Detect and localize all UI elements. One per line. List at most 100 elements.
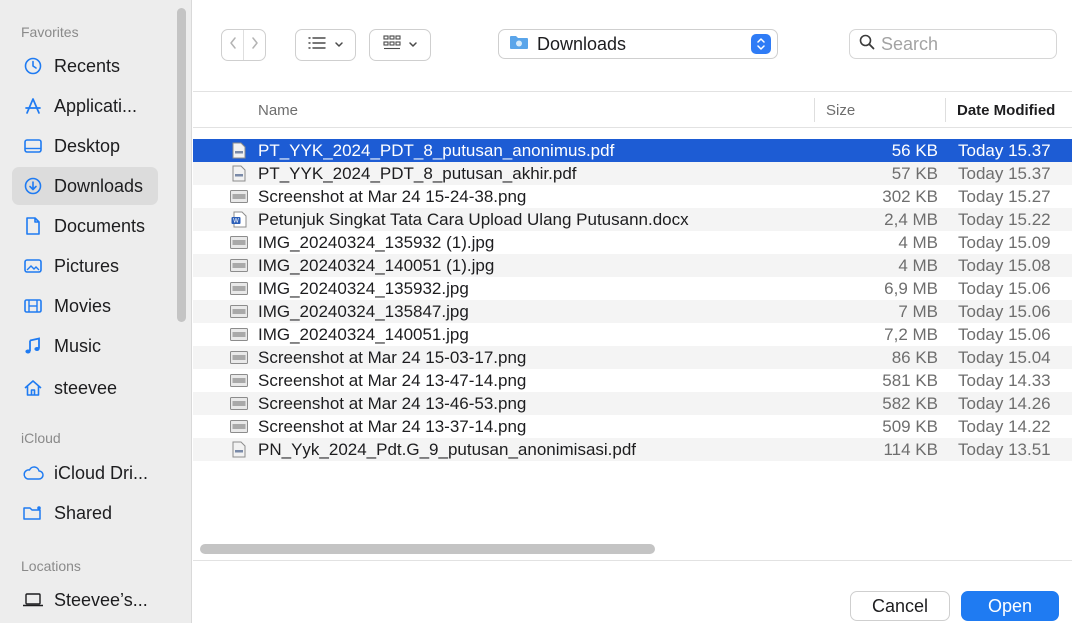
sidebar-item-label: Pictures [54,255,120,276]
film-icon [22,295,44,317]
table-row[interactable]: IMG_20240324_135932.jpg 6,9 MB Today 15.06 [193,277,1072,300]
table-row[interactable]: Screenshot at Mar 24 13-46-53.png 582 KB T… [193,392,1072,415]
list-view-icon [307,36,328,55]
folder-icon [509,34,529,55]
document-icon [22,215,44,237]
column-header-date-modified[interactable]: Date Modified [957,92,1055,128]
sidebar-item-downloads[interactable]: Downloads [12,167,158,205]
file-date-modified: Today 13.51 [958,440,1051,459]
grid-view-icon [382,34,402,56]
sidebar-item-label: Desktop [54,135,121,156]
file-name: Screenshot at Mar 24 15-24-38.png [258,187,527,206]
file-size: 582 KB [882,394,938,413]
column-header-name[interactable]: Name [258,92,298,128]
image-file-icon [230,349,248,366]
sidebar-item-label: Movies [54,295,112,316]
file-size: 4 MB [898,233,938,252]
back-button[interactable] [222,30,243,60]
chevron-left-icon [228,36,238,55]
cloud-icon [22,462,44,484]
table-row[interactable]: PN_Yyk_2024_Pdt.G_9_putusan_anonimisasi.… [193,438,1072,461]
cancel-button[interactable]: Cancel [850,591,950,621]
sidebar-item-icloud-drive[interactable]: iCloud Dri... [12,454,158,492]
image-file-icon [230,280,248,297]
file-size: 302 KB [882,187,938,206]
file-size: 581 KB [882,371,938,390]
pictures-icon [22,255,44,277]
sidebar-item-music[interactable]: Music [12,327,158,365]
file-size: 56 KB [891,141,938,160]
search-icon [859,34,875,55]
file-date-modified: Today 14.33 [958,371,1051,390]
search-field[interactable] [849,29,1057,59]
sidebar-item-desktop[interactable]: Desktop [12,127,158,165]
image-file-icon [230,395,248,412]
file-size: 57 KB [891,164,938,183]
table-row[interactable]: Screenshot at Mar 24 15-24-38.png 302 KB T… [193,185,1072,208]
download-icon [22,175,44,197]
table-row[interactable]: PT_YYK_2024_PDT_8_putusan_akhir.pdf 57 KB… [193,162,1072,185]
file-name: Screenshot at Mar 24 13-46-53.png [258,394,527,413]
open-button[interactable]: Open [961,591,1059,621]
sidebar-item-movies[interactable]: Movies [12,287,158,325]
group-by-button[interactable] [369,29,431,61]
file-date-modified: Today 15.06 [958,279,1051,298]
sidebar-item-label: steevee [54,377,118,398]
sidebar-item-mac[interactable]: Steevee’s... [12,581,158,619]
sidebar-item-label: Applicati... [54,95,138,116]
file-rows: PT_YYK_2024_PDT_8_putusan_anonimus.pdf 56… [193,139,1072,461]
sidebar-section-icloud: iCloud [21,430,61,446]
file-date-modified: Today 15.06 [958,325,1051,344]
applications-icon [22,95,44,117]
file-size: 7,2 MB [884,325,938,344]
file-date-modified: Today 15.37 [958,141,1051,160]
file-date-modified: Today 15.06 [958,302,1051,321]
file-name: PT_YYK_2024_PDT_8_putusan_akhir.pdf [258,164,577,183]
horizontal-scrollbar[interactable] [200,544,655,554]
clock-icon [22,55,44,77]
sidebar-item-label: Music [54,335,102,356]
view-mode-button[interactable] [295,29,356,61]
chevron-down-icon [334,36,344,54]
file-name: IMG_20240324_140051.jpg [258,325,469,344]
table-row[interactable]: Screenshot at Mar 24 13-37-14.png 509 KB T… [193,415,1072,438]
sidebar-item-applications[interactable]: Applicati... [12,87,158,125]
sidebar-item-home[interactable]: steevee [12,369,158,407]
dialog-buttons: Cancel Open [193,560,1072,623]
file-date-modified: Today 14.26 [958,394,1051,413]
file-name: IMG_20240324_135932.jpg [258,279,469,298]
sidebar-item-label: Recents [54,55,121,76]
column-header-size[interactable]: Size [826,92,855,128]
sidebar-item-documents[interactable]: Documents [12,207,158,245]
home-icon [22,377,44,399]
table-row[interactable]: IMG_20240324_140051.jpg 7,2 MB Today 15.06 [193,323,1072,346]
sidebar-scrollbar[interactable] [177,8,186,322]
file-size: 114 KB [883,440,938,459]
image-file-icon [230,188,248,205]
sidebar-item-pictures[interactable]: Pictures [12,247,158,285]
sidebar-item-recents[interactable]: Recents [12,47,158,85]
table-row[interactable]: PT_YYK_2024_PDT_8_putusan_anonimus.pdf 56… [193,139,1072,162]
list-header: Name Size Date Modified [193,92,1072,128]
table-row[interactable]: W Petunjuk Singkat Tata Cara Upload Ulang… [193,208,1072,231]
table-row[interactable]: IMG_20240324_135932 (1).jpg 4 MB Today 15.… [193,231,1072,254]
sidebar-item-shared[interactable]: Shared [12,494,158,532]
table-row[interactable]: IMG_20240324_135847.jpg 7 MB Today 15.06 [193,300,1072,323]
location-popup[interactable]: Downloads [498,29,778,59]
table-row[interactable]: IMG_20240324_140051 (1).jpg 4 MB Today 15.… [193,254,1072,277]
toolbar: Downloads [193,0,1072,92]
forward-button[interactable] [243,30,265,60]
file-date-modified: Today 15.04 [958,348,1051,367]
file-name: IMG_20240324_135847.jpg [258,302,469,321]
chevron-right-icon [250,36,260,55]
sidebar-item-label: Steevee’s... [54,589,148,610]
updown-chevron-icon [751,34,771,54]
file-name: PN_Yyk_2024_Pdt.G_9_putusan_anonimisasi.… [258,440,637,459]
sidebar-item-label: Documents [54,215,146,236]
table-row[interactable]: Screenshot at Mar 24 13-47-14.png 581 KB T… [193,369,1072,392]
laptop-icon [22,589,44,611]
file-date-modified: Today 14.22 [958,417,1051,436]
search-input[interactable] [881,33,1041,55]
table-row[interactable]: Screenshot at Mar 24 15-03-17.png 86 KB To… [193,346,1072,369]
file-name: PT_YYK_2024_PDT_8_putusan_anonimus.pdf [258,141,615,160]
